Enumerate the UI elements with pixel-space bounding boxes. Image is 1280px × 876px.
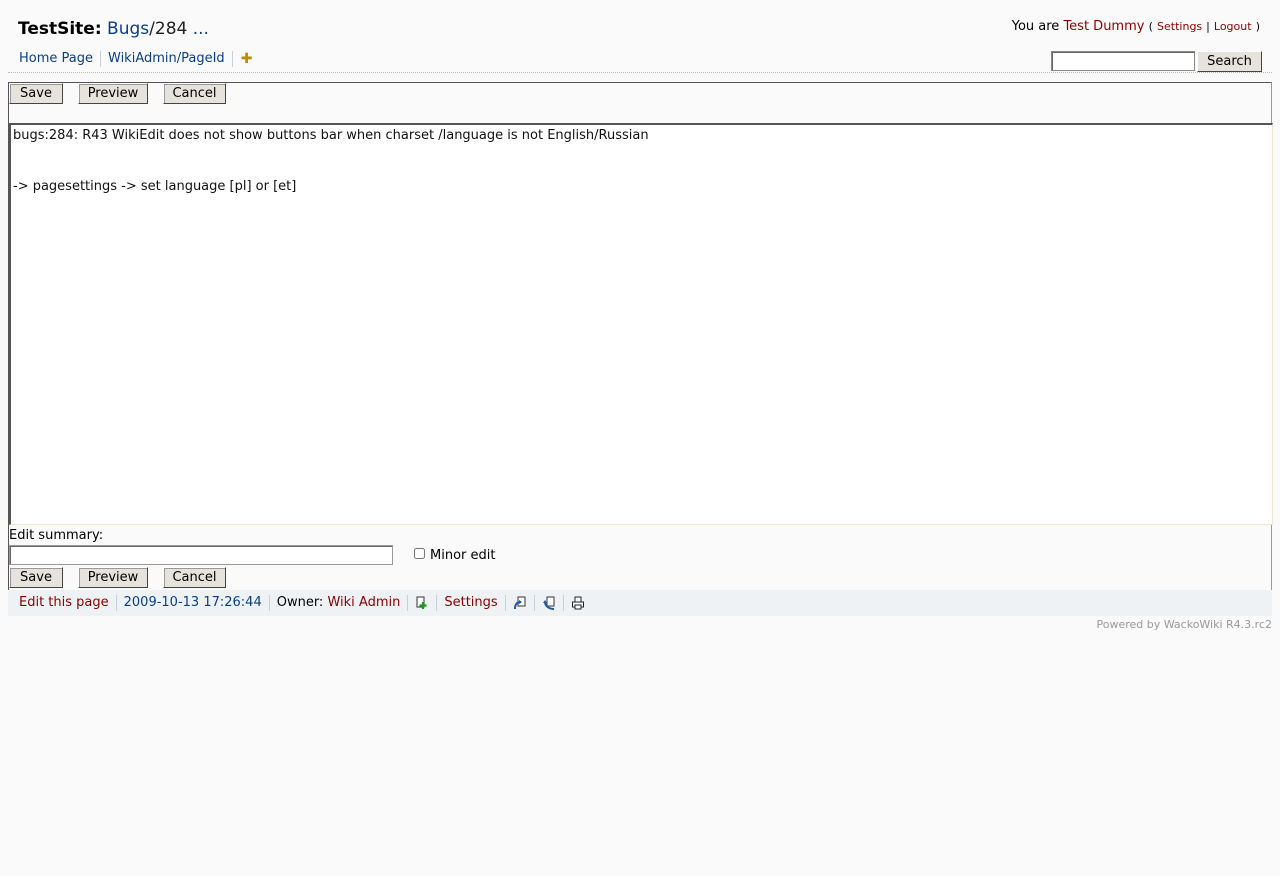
page-reload-link[interactable]: ... <box>193 19 209 39</box>
save-button-bottom[interactable]: Save <box>9 567 63 588</box>
cancel-button-top[interactable]: Cancel <box>163 83 226 104</box>
save-button-top[interactable]: Save <box>9 83 63 104</box>
site-name: TestSite: <box>18 19 102 39</box>
owner-label: Owner: <box>276 595 324 610</box>
breadcrumb-bugs-link[interactable]: Bugs <box>107 19 149 39</box>
nav-home-page[interactable]: Home Page <box>12 51 101 67</box>
edit-summary-input[interactable] <box>9 545 393 565</box>
minor-edit-checkbox[interactable] <box>414 548 425 559</box>
bookmarks-nav: Home Page WikiAdmin/PageId ✚ <box>12 50 260 68</box>
page-title: TestSite: Bugs/284 ... <box>18 19 209 39</box>
add-watch-icon[interactable] <box>408 595 438 611</box>
user-box: You are Test Dummy ( Settings | Logout ) <box>1012 19 1260 34</box>
user-settings-link[interactable]: Settings <box>1157 20 1202 33</box>
preview-button-top[interactable]: Preview <box>78 83 148 104</box>
minor-edit-label: Minor edit <box>430 548 496 563</box>
page-footer-bar: Edit this page 2009-10-13 17:26:44 Owner… <box>8 590 1272 616</box>
edit-summary-label: Edit summary: <box>9 528 104 543</box>
page-settings-link[interactable]: Settings <box>437 595 506 611</box>
preview-button-bottom[interactable]: Preview <box>78 567 148 588</box>
owner-info: Owner: Wiki Admin <box>270 595 409 611</box>
paren-open: ( <box>1148 20 1153 33</box>
search-button[interactable]: Search <box>1197 51 1262 72</box>
cancel-button-bottom[interactable]: Cancel <box>163 567 226 588</box>
logout-link[interactable]: Logout <box>1214 20 1252 33</box>
owner-name-link[interactable]: Wiki Admin <box>327 595 400 610</box>
revisions-icon[interactable] <box>506 595 535 611</box>
revision-timestamp-link[interactable]: 2009-10-13 17:26:44 <box>117 595 270 611</box>
page-body-editor[interactable]: bugs:284: R43 WikiEdit does not show but… <box>9 123 1273 525</box>
powered-by-text: Powered by WackoWiki R4.3.rc2 <box>1096 618 1273 631</box>
nav-wikiadmin-pageid[interactable]: WikiAdmin/PageId <box>101 51 233 67</box>
breadcrumb-page-number: 284 <box>154 19 188 39</box>
edit-this-page-link[interactable]: Edit this page <box>8 595 117 611</box>
referrers-icon[interactable] <box>535 595 564 611</box>
paren-close: ) <box>1255 20 1260 33</box>
print-icon[interactable] <box>564 595 592 611</box>
user-name-link[interactable]: Test Dummy <box>1063 19 1144 34</box>
add-page-icon[interactable]: ✚ <box>233 51 261 67</box>
user-prefix: You are <box>1011 19 1060 34</box>
header-divider <box>8 72 1272 73</box>
search-input[interactable] <box>1051 51 1195 71</box>
separator: | <box>1206 20 1210 33</box>
